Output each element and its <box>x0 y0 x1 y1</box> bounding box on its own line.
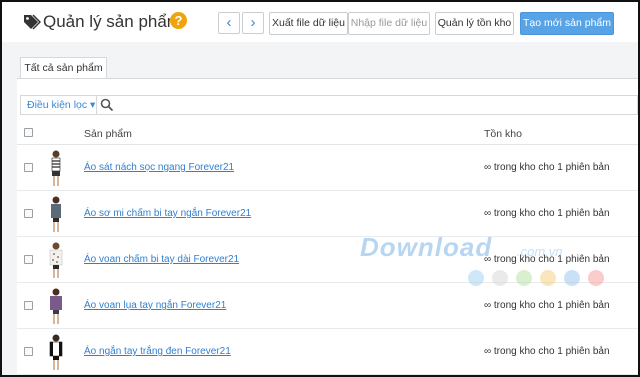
product-thumbnail <box>49 242 63 278</box>
watermark-dot <box>540 270 556 286</box>
page-header: Quản lý sản phẩm ? ‹ › Xuất file dữ liệu… <box>2 2 638 42</box>
import-button[interactable]: Nhập file dữ liệu <box>348 12 430 35</box>
product-thumbnail <box>51 196 61 232</box>
watermark-dot <box>492 270 508 286</box>
watermark-dot <box>516 270 532 286</box>
create-product-button[interactable]: Tạo mới sản phẩm <box>520 12 614 35</box>
row-checkbox[interactable] <box>24 347 33 356</box>
filter-dropdown[interactable]: Điều kiện lọc ▾ <box>20 95 96 115</box>
column-header-stock: Tồn kho <box>484 128 522 140</box>
app-frame: Quản lý sản phẩm ? ‹ › Xuất file dữ liệu… <box>0 0 640 377</box>
product-link[interactable]: Áo ngắn tay trắng đen Forever21 <box>84 346 231 357</box>
tab-all-products[interactable]: Tất cả sản phẩm <box>20 57 107 79</box>
column-header-product: Sản phẩm <box>84 128 132 140</box>
product-link[interactable]: Áo sơ mi chấm bi tay ngắn Forever21 <box>84 208 251 219</box>
inventory-button[interactable]: Quản lý tồn kho <box>435 12 514 35</box>
prev-button[interactable]: ‹ <box>218 12 240 34</box>
tag-icon <box>24 14 41 30</box>
row-checkbox[interactable] <box>24 209 33 218</box>
watermark-text: Download <box>360 232 493 262</box>
stock-status: ∞ trong kho cho 1 phiên bản <box>484 208 610 219</box>
product-thumbnail <box>51 150 61 186</box>
product-link[interactable]: Áo sát nách sọc ngang Forever21 <box>84 162 234 173</box>
watermark-dot <box>468 270 484 286</box>
product-link[interactable]: Áo voan lụa tay ngắn Forever21 <box>84 300 226 311</box>
table-header: Sản phẩm Tồn kho <box>17 123 638 145</box>
export-button[interactable]: Xuất file dữ liệu <box>269 12 348 35</box>
table-row: Áo sát nách sọc ngang Forever21 ∞ trong … <box>17 145 638 191</box>
watermark-suffix: .com.vn <box>517 244 563 259</box>
row-checkbox[interactable] <box>24 255 33 264</box>
stock-status: ∞ trong kho cho 1 phiên bản <box>484 162 610 173</box>
stock-status: ∞ trong kho cho 1 phiên bản <box>484 300 610 311</box>
product-thumbnail <box>50 288 62 324</box>
table-row: Áo sơ mi chấm bi tay ngắn Forever21 ∞ tr… <box>17 191 638 237</box>
search-input[interactable] <box>96 95 638 115</box>
table-row: Áo voan lụa tay ngắn Forever21 ∞ trong k… <box>17 283 638 329</box>
select-all-checkbox[interactable] <box>24 128 33 137</box>
watermark-dot <box>564 270 580 286</box>
product-thumbnail <box>49 334 63 370</box>
search-icon <box>100 98 114 112</box>
page-title: Quản lý sản phẩm <box>43 12 181 31</box>
help-icon[interactable]: ? <box>170 12 187 29</box>
table-row: Áo ngắn tay trắng đen Forever21 ∞ trong … <box>17 329 638 375</box>
watermark-dot <box>588 270 604 286</box>
stock-status: ∞ trong kho cho 1 phiên bản <box>484 346 610 357</box>
product-link[interactable]: Áo voan chấm bi tay dài Forever21 <box>84 254 239 265</box>
products-panel: Điều kiện lọc ▾ Sản phẩm Tồn kho Áo sát … <box>17 78 638 375</box>
next-button[interactable]: › <box>242 12 264 34</box>
row-checkbox[interactable] <box>24 163 33 172</box>
row-checkbox[interactable] <box>24 301 33 310</box>
